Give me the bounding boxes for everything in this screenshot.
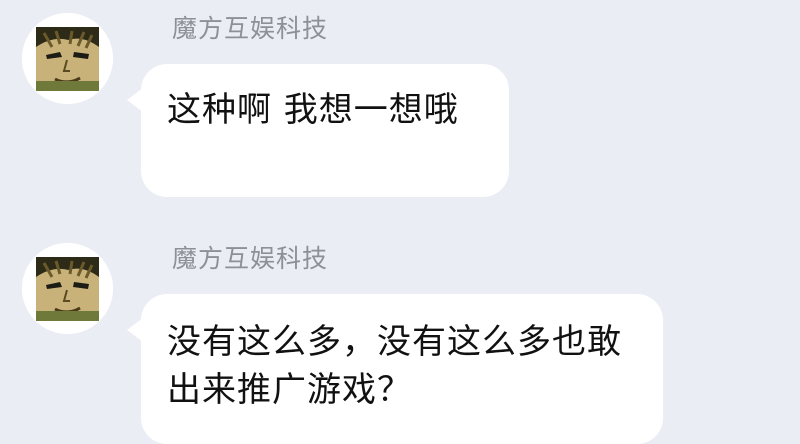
sender-name: 魔方互娱科技 bbox=[172, 14, 329, 43]
message-bubble[interactable]: 没有这么多，没有这么多也敢出来推广游戏？ bbox=[127, 294, 663, 444]
message-text: 这种啊 我想一想哦 bbox=[167, 90, 459, 130]
sender-avatar[interactable] bbox=[22, 243, 113, 334]
cartoon-face-avatar-icon bbox=[22, 243, 113, 334]
chat-message: 魔方互娱科技 没有这么多，没有这么多也敢出来推广游戏？ bbox=[0, 230, 800, 444]
sender-name: 魔方互娱科技 bbox=[172, 244, 329, 273]
sender-avatar[interactable] bbox=[22, 13, 113, 104]
chat-message: 魔方互娱科技 这种啊 我想一想哦 bbox=[0, 0, 800, 215]
message-bubble[interactable]: 这种啊 我想一想哦 bbox=[127, 64, 509, 197]
cartoon-face-avatar-icon bbox=[22, 13, 113, 104]
